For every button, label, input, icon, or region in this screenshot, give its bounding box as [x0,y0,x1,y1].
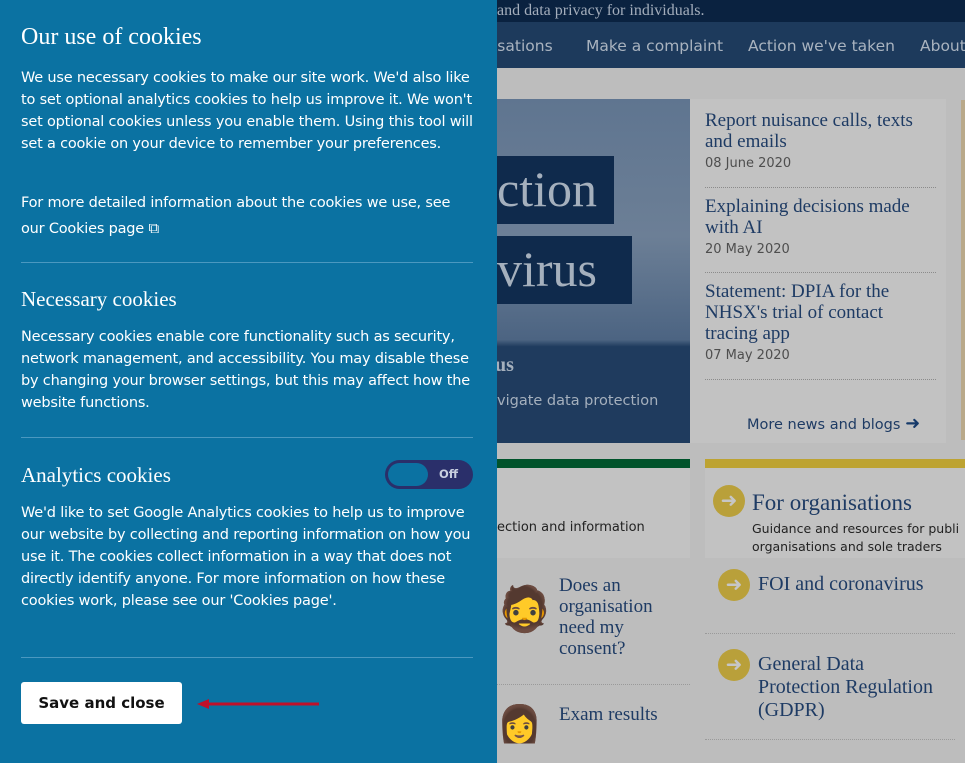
nav-item-about[interactable]: About [920,37,965,55]
divider [705,633,955,634]
more-news-link[interactable]: More news and blogs ➜ [747,413,920,434]
analytics-cookies-title: Analytics cookies [21,463,171,487]
news-title[interactable]: Statement: DPIA for the NHSX's trial of … [705,281,936,344]
divider [21,262,473,263]
cookies-page-link[interactable]: For more detailed information about the … [21,195,450,237]
individuals-card[interactable]: ection and information [497,459,690,558]
news-date: 20 May 2020 [705,242,790,257]
arrow-circle-icon: ➜ [713,485,745,517]
news-date: 08 June 2020 [705,156,792,171]
individuals-card-text: ection and information [497,520,645,535]
link-gdpr[interactable]: General Data Protection Regulation (GDPR… [758,653,948,722]
link-exam-results[interactable]: Exam results [559,703,658,726]
arrow-circle-icon: ➜ [718,569,750,601]
nav-item-complaint[interactable]: Make a complaint [586,37,723,55]
cookie-intro-text: We use necessary cookies to make our sit… [21,70,473,152]
cookie-more-info: For more detailed information about the … [21,191,471,242]
link-foi[interactable]: FOI and coronavirus [758,573,924,596]
news-item[interactable]: Explaining decisions made with AI 20 May… [705,196,936,273]
cookie-panel-title: Our use of cookies [21,24,202,50]
site-header-band: and data privacy for individuals. [497,0,965,22]
analytics-toggle[interactable]: Off [385,460,473,489]
hero-line2: virus [497,236,632,304]
divider [21,437,473,438]
external-link-icon: ⧉ [148,219,159,237]
site-tagline: and data privacy for individuals. [497,2,705,19]
hero-description: vigate data protection [497,393,659,409]
news-date: 07 May 2020 [705,348,790,363]
link-consent[interactable]: Does an organisation need my consent? [559,575,679,659]
side-card-edge [961,100,965,440]
nav-item-action[interactable]: Action we've taken [748,37,895,55]
necessary-cookies-title: Necessary cookies [21,287,177,311]
arrow-circle-icon: ➜ [718,649,750,681]
cookie-panel: Our use of cookies We use necessary cook… [0,0,497,763]
news-item[interactable]: Report nuisance calls, texts and emails … [705,110,936,188]
analytics-cookies-text: We'd like to set Google Analytics cookie… [21,505,471,609]
divider [705,739,955,740]
toggle-knob [388,463,428,486]
more-news-label: More news and blogs [747,417,901,433]
organisations-card[interactable]: ➜ For organisations Guidance and resourc… [705,459,965,558]
nav-item-organisations[interactable]: isations [497,37,553,55]
toggle-label: Off [439,467,459,481]
hero-line1: ction [497,156,614,224]
save-and-close-button[interactable]: Save and close [21,682,182,724]
illustration-woman-icon: 👩 [497,704,542,745]
necessary-cookies-text: Necessary cookies enable core functional… [21,329,470,411]
news-title[interactable]: Report nuisance calls, texts and emails [705,110,936,152]
illustration-man-icon: 🧔 [497,584,552,635]
hero-banner[interactable]: ction virus us vigate data protection [497,99,690,443]
organisations-card-title: For organisations [752,490,912,515]
hero-subtitle: us [497,354,514,376]
divider [21,657,473,658]
news-panel: Report nuisance calls, texts and emails … [690,99,946,443]
site-nav: isations Make a complaint Action we've t… [497,22,965,68]
arrow-right-icon: ➜ [905,413,921,434]
red-arrow-annotation [197,699,319,709]
news-item[interactable]: Statement: DPIA for the NHSX's trial of … [705,281,936,380]
news-title[interactable]: Explaining decisions made with AI [705,196,936,238]
divider [497,684,690,685]
organisations-card-text: Guidance and resources for publi organis… [752,521,960,554]
